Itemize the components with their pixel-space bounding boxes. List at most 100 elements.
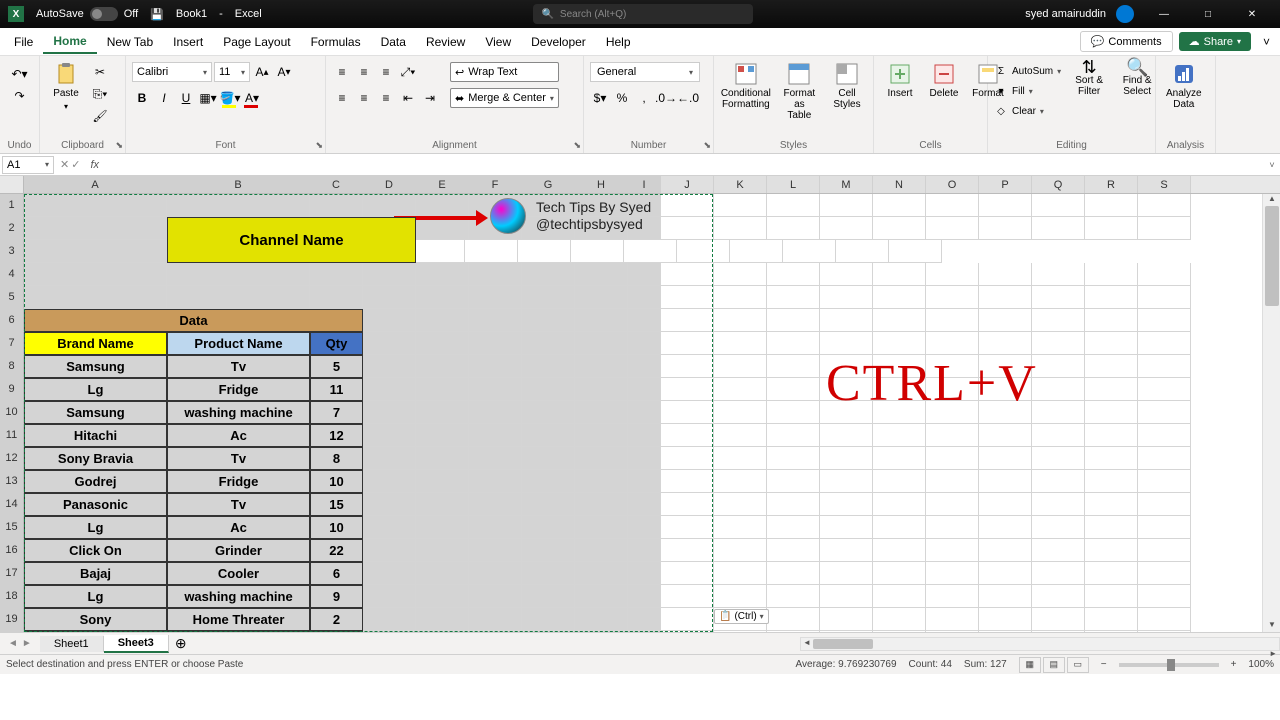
scroll-up-icon[interactable]: ▲ [1263,194,1280,206]
cell[interactable] [873,539,926,562]
cell[interactable] [1085,378,1138,401]
scroll-thumb[interactable] [813,639,873,649]
row-header-15[interactable]: 15 [0,516,24,539]
cell[interactable] [1085,332,1138,355]
cell[interactable] [873,493,926,516]
cell[interactable] [1138,493,1191,516]
cell[interactable] [628,608,661,631]
cell[interactable] [873,194,926,217]
cell[interactable] [575,608,628,631]
cell[interactable] [628,263,661,286]
cell[interactable] [522,332,575,355]
row-header-10[interactable]: 10 [0,401,24,424]
cell[interactable] [310,263,363,286]
cell[interactable] [926,309,979,332]
cell[interactable] [1032,493,1085,516]
maximize-button[interactable]: □ [1188,2,1228,26]
tab-page-layout[interactable]: Page Layout [213,31,300,53]
row-header-4[interactable]: 4 [0,263,24,286]
cell[interactable]: 15 [310,493,363,516]
cell[interactable] [363,585,416,608]
cell[interactable] [926,539,979,562]
cell[interactable] [820,493,873,516]
align-bottom-button[interactable]: ≡ [376,62,396,82]
undo-button[interactable]: ↶▾ [10,64,30,84]
fill-button[interactable]: ▾Fill▾ [994,82,1061,100]
enter-icon[interactable]: ✓ [71,158,80,171]
cell[interactable] [979,539,1032,562]
cell[interactable] [416,309,469,332]
tab-next-icon[interactable]: ► [22,638,32,649]
row-header-18[interactable]: 18 [0,585,24,608]
cell[interactable] [628,378,661,401]
tab-help[interactable]: Help [596,31,641,53]
tab-home[interactable]: Home [43,30,96,54]
cell[interactable]: Panasonic [24,493,167,516]
analyze-data-button[interactable]: Analyze Data [1162,58,1206,114]
cell[interactable] [363,447,416,470]
normal-view-button[interactable]: ▦ [1019,657,1041,673]
cell[interactable] [575,424,628,447]
col-header-J[interactable]: J [661,176,714,193]
cell[interactable] [979,424,1032,447]
cell[interactable] [820,447,873,470]
cell[interactable] [979,217,1032,240]
row-header-1[interactable]: 1 [0,194,24,217]
cell[interactable] [1138,286,1191,309]
cell[interactable] [416,401,469,424]
cell[interactable] [1085,493,1138,516]
cell[interactable] [416,424,469,447]
cell[interactable] [714,424,767,447]
cell[interactable] [767,608,820,631]
cell[interactable] [518,240,571,263]
cell[interactable] [628,585,661,608]
cell[interactable] [469,585,522,608]
cell[interactable]: Lg [24,378,167,401]
cell[interactable] [979,447,1032,470]
align-right-button[interactable]: ≡ [376,88,396,108]
col-header-R[interactable]: R [1085,176,1138,193]
cell[interactable] [469,424,522,447]
cell[interactable] [1032,263,1085,286]
cell[interactable] [926,424,979,447]
cell[interactable] [661,355,714,378]
col-header-O[interactable]: O [926,176,979,193]
cell[interactable] [1032,516,1085,539]
col-header-B[interactable]: B [167,176,310,193]
decrease-indent-button[interactable]: ⇤ [398,88,418,108]
cell[interactable] [714,470,767,493]
cell[interactable] [873,562,926,585]
cell[interactable] [1032,424,1085,447]
cell[interactable] [363,516,416,539]
cell[interactable] [628,562,661,585]
align-top-button[interactable]: ≡ [332,62,352,82]
cell[interactable] [820,194,873,217]
cell[interactable] [979,585,1032,608]
cell[interactable]: I Phone [24,631,167,632]
name-box[interactable]: A1▾ [2,156,54,174]
align-middle-button[interactable]: ≡ [354,62,374,82]
cell[interactable] [661,470,714,493]
increase-font-button[interactable]: A▴ [252,62,272,82]
cell[interactable] [1085,585,1138,608]
cell[interactable] [926,263,979,286]
cell[interactable] [926,631,979,632]
col-header-A[interactable]: A [24,176,167,193]
share-button[interactable]: ☁ Share ▾ [1179,32,1251,51]
underline-button[interactable]: U [176,88,196,108]
cell[interactable] [1032,378,1085,401]
row-header-17[interactable]: 17 [0,562,24,585]
row-header-14[interactable]: 14 [0,493,24,516]
cell[interactable]: 22 [310,539,363,562]
cell[interactable] [1032,355,1085,378]
cell[interactable] [767,286,820,309]
cell[interactable] [24,263,167,286]
cell[interactable] [1032,562,1085,585]
decrease-font-button[interactable]: A▾ [274,62,294,82]
cell[interactable] [767,263,820,286]
merge-center-button[interactable]: ⬌ Merge & Center ▾ [450,88,559,108]
cell[interactable]: Lg [24,585,167,608]
cell[interactable] [1138,424,1191,447]
cell[interactable] [767,401,820,424]
cell[interactable]: Click On [24,539,167,562]
